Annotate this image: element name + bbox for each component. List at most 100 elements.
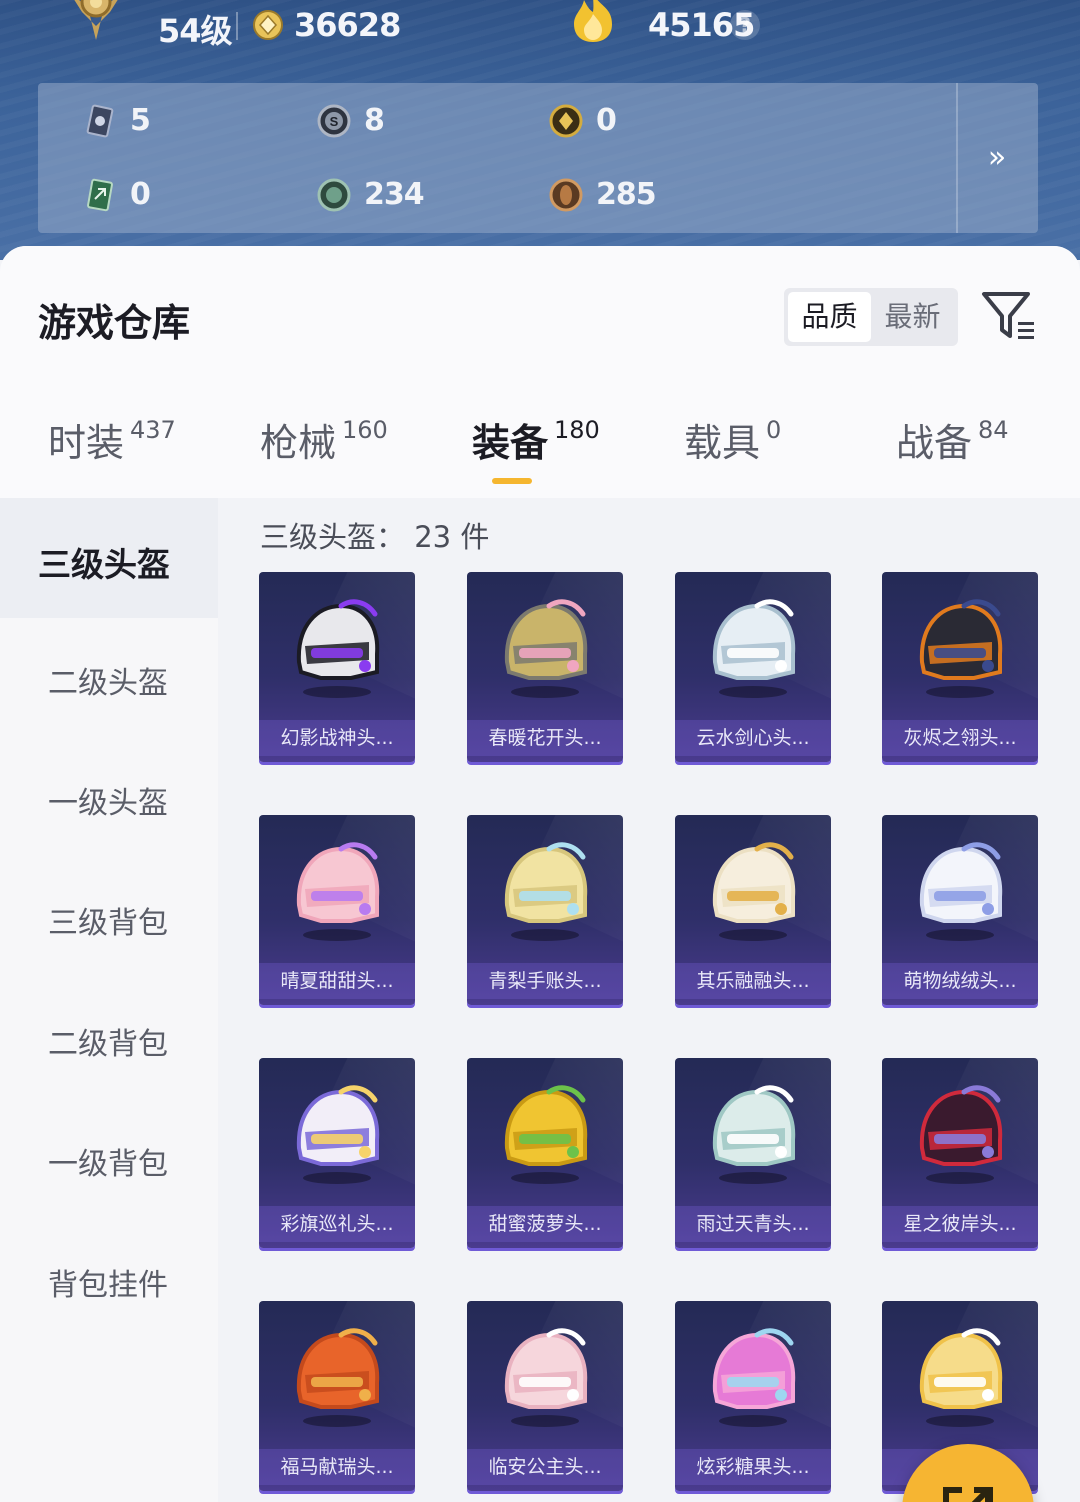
- currency-panel[interactable]: 5 S 8 0 0 234 285 »: [38, 83, 1038, 233]
- helmet-icon: [296, 1328, 380, 1427]
- helmet-icon: [504, 1085, 588, 1184]
- sort-quality-button[interactable]: 品质: [788, 292, 871, 342]
- helmet-icon: [712, 842, 796, 941]
- item-tile[interactable]: 青梨手账头...: [467, 815, 623, 1005]
- helmet-icon: [296, 842, 380, 941]
- gold-token-icon: [549, 104, 583, 138]
- tab-count: 180: [554, 416, 600, 444]
- item-name: 春暖花开头...: [467, 720, 623, 756]
- sidebar-item-label: 二级背包: [48, 1027, 168, 1062]
- coin-icon: [253, 10, 283, 40]
- tab-label: 载具: [684, 421, 761, 465]
- tab-count: 0: [766, 416, 782, 444]
- sidebar-item-level3-backpack[interactable]: 三级背包: [0, 858, 218, 978]
- silver-card-icon: [86, 104, 114, 138]
- sort-toggle: 品质 最新: [784, 288, 958, 346]
- item-tile[interactable]: 幻影战神头...: [259, 572, 415, 762]
- item-name: 炫彩糖果头...: [675, 1449, 831, 1485]
- item-tile[interactable]: 星之彼岸头...: [882, 1058, 1038, 1248]
- bronze-coin-icon: [549, 178, 583, 212]
- sidebar-item-level3-helmet[interactable]: 三级头盔: [0, 498, 218, 618]
- currency-value: 8: [364, 103, 385, 138]
- sidebar-item-label: 一级背包: [48, 1147, 168, 1182]
- sidebar-item-level2-backpack[interactable]: 二级背包: [0, 979, 218, 1099]
- page-title: 游戏仓库: [38, 301, 191, 345]
- item-name: 星之彼岸头...: [882, 1206, 1038, 1242]
- flame-icon: [574, 0, 612, 42]
- item-name: 甜蜜菠萝头...: [467, 1206, 623, 1242]
- helmet-icon: [504, 599, 588, 698]
- sidebar-item-level1-helmet[interactable]: 一级头盔: [0, 738, 218, 858]
- item-tile[interactable]: 雨过天青头...: [675, 1058, 831, 1248]
- item-tile[interactable]: 其乐融融头...: [675, 815, 831, 1005]
- player-banner: 54级 36628 45165 ? 5 S 8 0 0 234 285 »: [0, 0, 1080, 260]
- item-name: 福马献瑞头...: [259, 1449, 415, 1485]
- player-stats-row: 54级 36628 45165 ?: [0, 0, 1080, 60]
- helmet-icon: [919, 842, 1003, 941]
- sidebar-item-backpack-pendant[interactable]: 背包挂件: [0, 1220, 218, 1340]
- stats-divider: [236, 12, 238, 40]
- helmet-icon: [296, 1085, 380, 1184]
- tab-count: 84: [978, 416, 1009, 444]
- tab-label: 枪械: [260, 421, 337, 465]
- sort-newest-button[interactable]: 最新: [871, 292, 954, 342]
- item-tile[interactable]: 福马献瑞头...: [259, 1301, 415, 1491]
- share-expand-icon: [943, 1487, 993, 1502]
- item-name: 彩旗巡礼头...: [259, 1206, 415, 1242]
- currency-value: 0: [130, 177, 151, 212]
- item-tile[interactable]: 春暖花开头...: [467, 572, 623, 762]
- category-tabs: 时装 437 枪械 160 装备 180 载具 0 战备 84: [0, 412, 1080, 492]
- currency-value: 0: [596, 103, 617, 138]
- warehouse-header: 游戏仓库 品质 最新 时装 437 枪械 160 装备 180 载具 0 战备 …: [0, 246, 1080, 498]
- item-name: 灰烬之翎头...: [882, 720, 1038, 756]
- green-card-icon: [87, 178, 113, 212]
- item-name: 雨过天青头...: [675, 1206, 831, 1242]
- tab-fashion[interactable]: 时装 437: [48, 412, 176, 492]
- item-name: 青梨手账头...: [467, 963, 623, 999]
- player-level: 54级: [158, 12, 233, 50]
- filter-icon[interactable]: [980, 288, 1036, 344]
- expand-currencies-button[interactable]: »: [976, 138, 1018, 178]
- sidebar-item-label: 二级头盔: [48, 666, 168, 701]
- coin-amount: 36628: [294, 6, 401, 44]
- item-name: 晴夏甜甜头...: [259, 963, 415, 999]
- sidebar-item-label: 三级头盔: [38, 545, 170, 584]
- helmet-icon: [919, 599, 1003, 698]
- item-tile[interactable]: 甜蜜菠萝头...: [467, 1058, 623, 1248]
- green-coin-icon: [317, 178, 351, 212]
- currency-value: 5: [130, 103, 151, 138]
- helmet-icon: [504, 842, 588, 941]
- item-tile[interactable]: 晴夏甜甜头...: [259, 815, 415, 1005]
- tab-vehicles[interactable]: 载具 0: [684, 412, 781, 492]
- rank-emblem-icon: [74, 0, 118, 40]
- item-tile[interactable]: 云水剑心头...: [675, 572, 831, 762]
- helmet-icon: [296, 599, 380, 698]
- panel-divider: [956, 83, 958, 233]
- item-tile[interactable]: 炫彩糖果头...: [675, 1301, 831, 1491]
- item-name: 萌物绒绒头...: [882, 963, 1038, 999]
- tab-label: 装备: [472, 421, 549, 465]
- item-tile[interactable]: 萌物绒绒头...: [882, 815, 1038, 1005]
- active-tab-indicator: [492, 478, 532, 484]
- item-name: 云水剑心头...: [675, 720, 831, 756]
- tab-label: 战备: [896, 421, 973, 465]
- tab-count: 437: [130, 416, 176, 444]
- helmet-icon: [712, 1085, 796, 1184]
- sidebar-item-level1-backpack[interactable]: 一级背包: [0, 1099, 218, 1219]
- item-name: 临安公主头...: [467, 1449, 623, 1485]
- item-name: 其乐融融头...: [675, 963, 831, 999]
- currency-value: 234: [364, 177, 425, 212]
- helmet-icon: [504, 1328, 588, 1427]
- currency-value: 285: [596, 177, 657, 212]
- tab-supplies[interactable]: 战备 84: [896, 412, 1009, 492]
- tab-weapons[interactable]: 枪械 160: [260, 412, 388, 492]
- help-icon[interactable]: ?: [730, 10, 760, 40]
- item-tile[interactable]: 灰烬之翎头...: [882, 572, 1038, 762]
- sidebar-item-label: 三级背包: [48, 906, 168, 941]
- tab-label: 时装: [48, 421, 125, 465]
- item-tile[interactable]: 临安公主头...: [467, 1301, 623, 1491]
- sidebar-item-level2-helmet[interactable]: 二级头盔: [0, 618, 218, 738]
- helmet-icon: [712, 1328, 796, 1427]
- subcategory-sidebar: 三级头盔 二级头盔 一级头盔 三级背包 二级背包 一级背包 背包挂件: [0, 498, 218, 1502]
- item-tile[interactable]: 彩旗巡礼头...: [259, 1058, 415, 1248]
